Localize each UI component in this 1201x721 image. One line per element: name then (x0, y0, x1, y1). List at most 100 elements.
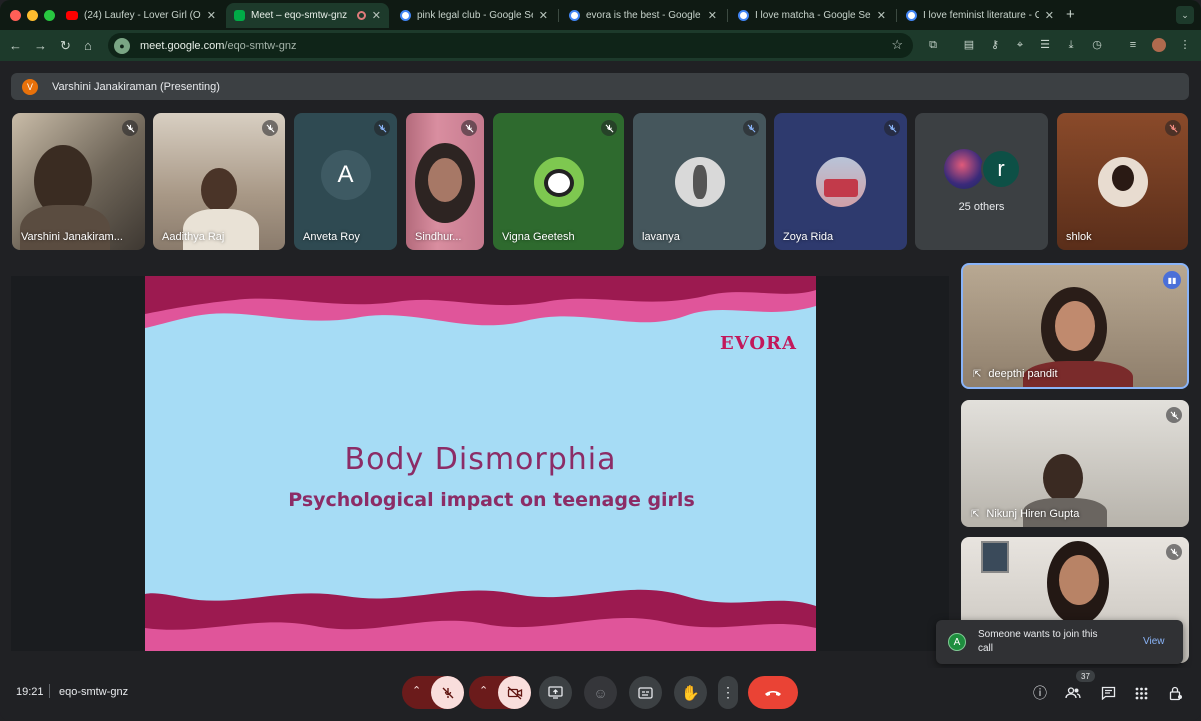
people-icon[interactable] (1064, 684, 1082, 702)
join-request-toast: A Someone wants to join this call View (936, 620, 1183, 664)
participant-tile[interactable]: ⇱ Nikunj Hiren Gupta (961, 400, 1189, 527)
window-controls (10, 10, 55, 21)
participant-tile[interactable]: Aadithya Raj (153, 113, 285, 250)
people-count-badge: 37 (1076, 670, 1095, 682)
new-tab-button[interactable]: + (1066, 6, 1075, 23)
tab-search-button[interactable]: ⌄ (1176, 6, 1194, 24)
extensions-icon[interactable]: ⧉ (926, 39, 940, 51)
site-info-icon[interactable]: ● (114, 37, 130, 54)
browser-tab[interactable]: I love matcha - Google Searc ✕ (730, 3, 894, 28)
current-time: 19:21 (16, 686, 44, 698)
video-options-button[interactable]: ⌃ (479, 684, 488, 697)
host-controls-icon[interactable] (1167, 684, 1185, 702)
pin-icon[interactable]: ⇱ (971, 509, 979, 520)
history-icon[interactable]: ◷ (1090, 39, 1104, 51)
view-request-button[interactable]: View (1143, 636, 1165, 647)
emoji-icon: ☺ (593, 684, 608, 701)
camera-off-button[interactable] (498, 676, 531, 709)
media-control-icon[interactable]: ≡ (1126, 39, 1140, 51)
muted-mic-icon (601, 120, 617, 136)
microphone-off-button[interactable] (431, 676, 464, 709)
activities-icon[interactable] (1132, 684, 1150, 702)
close-tab-icon[interactable]: ✕ (708, 9, 717, 22)
minimize-window-button[interactable] (27, 10, 38, 21)
participant-tile[interactable]: lavanya (633, 113, 766, 250)
presenting-banner[interactable]: V Varshini Janakiraman (Presenting) (11, 73, 1189, 100)
avatar-figure (1111, 164, 1134, 191)
divider (49, 684, 50, 698)
meet-icon (234, 10, 245, 21)
reader-icon[interactable]: ☰ (1038, 39, 1052, 51)
tab-divider (727, 9, 728, 22)
participant-name: Sindhur... (415, 231, 462, 243)
requester-avatar: A (948, 633, 966, 651)
browser-tab[interactable]: I love feminist literature - Goo ✕ (898, 3, 1062, 28)
muted-mic-icon (1166, 544, 1182, 560)
browser-tab[interactable]: (24) Laufey - Lover Girl (Offic ✕ (58, 3, 224, 28)
participant-name: deepthi pandit (988, 368, 1058, 380)
tab-title: Meet – eqo-smtw-gnz (251, 10, 348, 21)
close-tab-icon[interactable]: ✕ (207, 9, 216, 22)
browser-tab[interactable]: evora is the best - Google Se ✕ (561, 3, 725, 28)
browser-menu-icon[interactable]: ⋮ (1178, 39, 1192, 51)
google-icon (906, 10, 917, 21)
audio-options-button[interactable]: ⌃ (412, 684, 421, 697)
leave-call-button[interactable] (748, 676, 798, 709)
url-text: meet.google.com/eqo-smtw-gnz (140, 39, 297, 52)
youtube-icon (66, 11, 78, 20)
tab-divider (558, 9, 559, 22)
participant-tile[interactable]: Varshini Janakiram... (12, 113, 145, 250)
close-tab-icon[interactable]: ✕ (372, 9, 381, 22)
avatar-figure (692, 164, 707, 199)
participant-tile[interactable]: Zoya Rida (774, 113, 907, 250)
participant-name: lavanya (642, 231, 680, 243)
zoom-window-button[interactable] (44, 10, 55, 21)
participant-body (20, 205, 110, 250)
tab-title: pink legal club - Google Sea (417, 10, 533, 21)
close-tab-icon[interactable]: ✕ (1045, 9, 1054, 22)
browser-tab[interactable]: pink legal club - Google Sea ✕ (392, 3, 556, 28)
more-options-button[interactable]: ⋮ (718, 676, 738, 709)
close-tab-icon[interactable]: ✕ (877, 9, 886, 22)
participant-avatar (815, 156, 866, 207)
close-window-button[interactable] (10, 10, 21, 21)
close-tab-icon[interactable]: ✕ (539, 9, 548, 22)
password-key-icon[interactable]: ⚷ (988, 39, 1002, 51)
speaker-tile[interactable]: ▮▮ ⇱ deepthi pandit (961, 263, 1189, 389)
chat-icon[interactable] (1099, 684, 1117, 702)
end-call-icon (765, 690, 781, 696)
participant-name-row: ⇱ deepthi pandit (973, 368, 1058, 380)
participant-video (1043, 454, 1083, 502)
reload-button[interactable]: ↻ (60, 38, 71, 54)
profile-avatar[interactable] (1152, 38, 1166, 52)
participant-tile[interactable]: A Anveta Roy (294, 113, 397, 250)
reactions-button[interactable]: ☺ (584, 676, 617, 709)
participant-tile[interactable]: Sindhur... (406, 113, 484, 250)
participant-tile[interactable]: Vigna Geetesh (493, 113, 624, 250)
forward-button[interactable]: → (34, 38, 47, 53)
participant-face (1059, 555, 1099, 605)
location-pin-icon[interactable]: ⌖ (1013, 39, 1027, 51)
browser-tab-active[interactable]: Meet – eqo-smtw-gnz ✕ (226, 3, 389, 28)
pin-icon[interactable]: ⇱ (973, 369, 981, 380)
captions-icon (638, 686, 653, 699)
participant-tile[interactable]: shlok (1057, 113, 1188, 250)
meet-window: (24) Laufey - Lover Girl (Offic ✕ Meet –… (0, 0, 1201, 721)
address-bar[interactable]: ● meet.google.com/eqo-smtw-gnz ☆ (108, 33, 913, 58)
bookmark-star-icon[interactable]: ☆ (891, 37, 903, 53)
reading-mode-icon[interactable]: ▤ (962, 39, 976, 51)
presenting-label: Varshini Janakiraman (Presenting) (52, 80, 220, 93)
download-icon[interactable]: ⤓ (1064, 39, 1078, 51)
mic-control-group: ⌃ (402, 676, 464, 709)
muted-mic-icon (1165, 120, 1181, 136)
hand-icon: ✋ (681, 684, 700, 702)
present-screen-button[interactable] (539, 676, 572, 709)
home-button[interactable]: ⌂ (84, 38, 92, 53)
others-tile[interactable]: r 25 others (915, 113, 1048, 250)
call-controls-bar: 19:21 eqo-smtw-gnz ⌃ ⌃ ☺ ✋ ⋮ ⓘ 37 (0, 668, 1201, 721)
captions-button[interactable] (629, 676, 662, 709)
back-button[interactable]: ← (9, 38, 22, 53)
slide-logo: EVORA (720, 333, 797, 354)
meeting-info-icon[interactable]: ⓘ (1031, 684, 1049, 702)
raise-hand-button[interactable]: ✋ (674, 676, 707, 709)
